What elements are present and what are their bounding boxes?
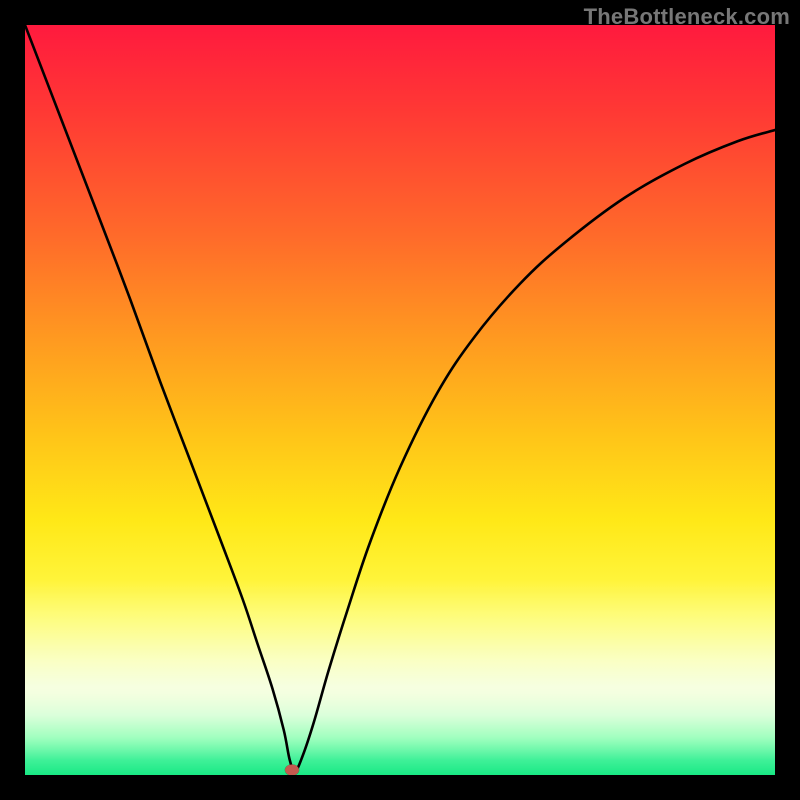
chart-frame: TheBottleneck.com bbox=[0, 0, 800, 800]
plot-area bbox=[25, 25, 775, 775]
bottleneck-curve bbox=[25, 25, 775, 775]
optimum-marker bbox=[285, 764, 299, 775]
watermark-text: TheBottleneck.com bbox=[584, 4, 790, 30]
